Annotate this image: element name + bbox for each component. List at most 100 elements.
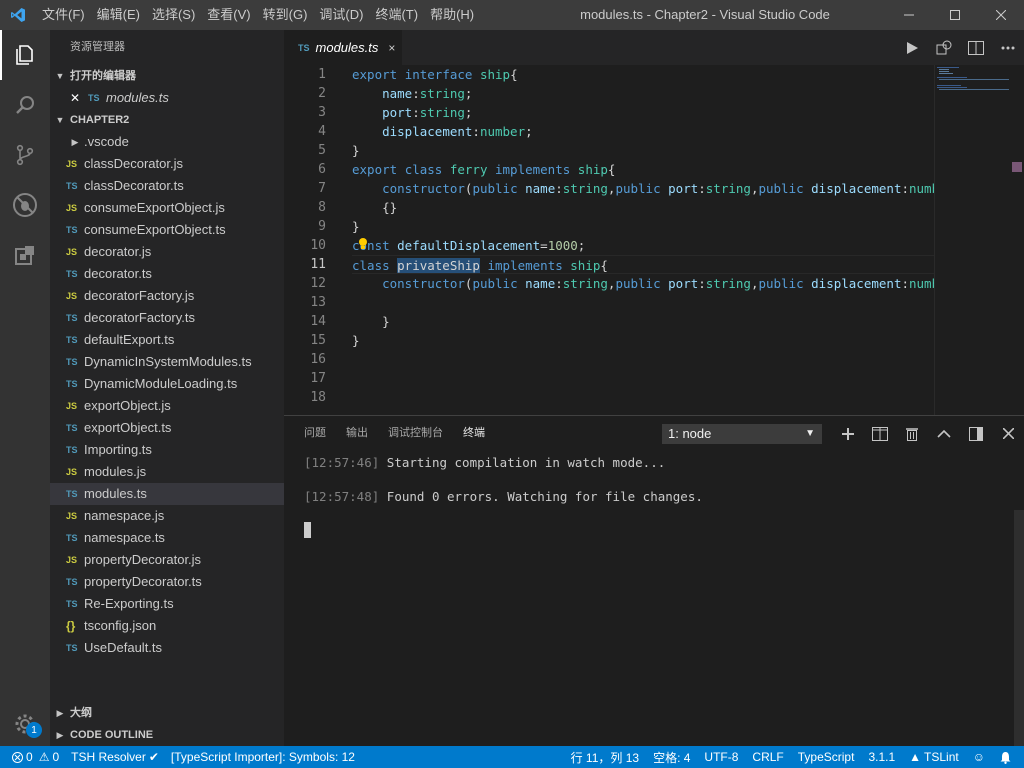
split-terminal-icon[interactable]: [864, 416, 896, 451]
file-item[interactable]: JS decorator.js: [50, 241, 284, 263]
code-line[interactable]: port:string;: [352, 103, 934, 122]
panel-tab-0[interactable]: 问题: [294, 416, 336, 451]
indentation[interactable]: 空格: 4: [653, 749, 690, 766]
typescript-importer-status[interactable]: [TypeScript Importer]: Symbols: 12: [171, 750, 355, 764]
file-item[interactable]: JS classDecorator.js: [50, 153, 284, 175]
code-editor[interactable]: 1 2 3 4 5 6 7 8 9 10 11 12 13 14 15 16 17 18 export inter…: [284, 65, 1024, 415]
debug-icon[interactable]: [0, 180, 50, 230]
file-item[interactable]: TS decorator.ts: [50, 263, 284, 285]
minimize-icon[interactable]: [886, 0, 932, 30]
file-item[interactable]: JS decoratorFactory.js: [50, 285, 284, 307]
code-line[interactable]: [352, 388, 934, 407]
trash-icon[interactable]: [896, 416, 928, 451]
code-line[interactable]: [352, 369, 934, 388]
file-item[interactable]: JS propertyDecorator.js: [50, 549, 284, 571]
terminal-select[interactable]: 1: node ▼: [662, 424, 822, 444]
cursor-position[interactable]: 行 11，列 13: [571, 749, 639, 766]
file-item[interactable]: {} tsconfig.json: [50, 615, 284, 637]
feedback-smiley-icon[interactable]: ☺: [973, 750, 985, 764]
menu-item-0[interactable]: 文件(F): [36, 0, 91, 30]
file-item[interactable]: TS namespace.ts: [50, 527, 284, 549]
tab-close-icon[interactable]: ×: [388, 41, 395, 55]
editor-scrollbar[interactable]: [1010, 65, 1024, 415]
menu-item-3[interactable]: 查看(V): [201, 0, 256, 30]
problems-indicator[interactable]: 0 ⚠ 0: [12, 750, 59, 764]
file-item[interactable]: TS UseDefault.ts: [50, 637, 284, 659]
minimap[interactable]: [934, 65, 1010, 415]
code-line[interactable]: constructor(public name:string,public po…: [352, 179, 934, 198]
encoding[interactable]: UTF-8: [704, 750, 738, 764]
outline-header[interactable]: ▶ 大纲: [50, 702, 284, 724]
file-item[interactable]: JS exportObject.js: [50, 395, 284, 417]
code-line[interactable]: [352, 350, 934, 369]
language-mode[interactable]: TypeScript: [798, 750, 855, 764]
menu-item-1[interactable]: 编辑(E): [91, 0, 146, 30]
file-item[interactable]: JS consumeExportObject.js: [50, 197, 284, 219]
code-line[interactable]: class privateShip implements ship{: [352, 255, 934, 274]
tslint-status[interactable]: ▲ TSLint: [909, 750, 959, 764]
file-item[interactable]: TS Re-Exporting.ts: [50, 593, 284, 615]
panel-tab-2[interactable]: 调试控制台: [378, 416, 453, 451]
file-item[interactable]: TS exportObject.ts: [50, 417, 284, 439]
menu-item-7[interactable]: 帮助(H): [424, 0, 480, 30]
file-item[interactable]: JS modules.js: [50, 461, 284, 483]
split-editor-icon[interactable]: [960, 30, 992, 65]
explorer-icon[interactable]: [0, 30, 50, 80]
folder-header[interactable]: ▼ CHAPTER2: [50, 109, 284, 131]
file-item[interactable]: TS classDecorator.ts: [50, 175, 284, 197]
code-line[interactable]: }: [352, 312, 934, 331]
code-line[interactable]: }: [352, 141, 934, 160]
terminal-output[interactable]: [12:57:46] Starting compilation in watch…: [304, 454, 1004, 538]
tsh-resolver-status[interactable]: TSH Resolver ✔: [71, 750, 159, 764]
end-of-line[interactable]: CRLF: [752, 750, 783, 764]
menu-item-6[interactable]: 终端(T): [369, 0, 424, 30]
code-line[interactable]: const defaultDisplacement=1000;: [352, 236, 934, 255]
code-area[interactable]: export interface ship{ name:string; port…: [352, 65, 934, 407]
tab-modules-ts[interactable]: TS modules.ts ×: [284, 30, 402, 65]
code-line[interactable]: {}: [352, 198, 934, 217]
file-item[interactable]: TS Importing.ts: [50, 439, 284, 461]
menu-item-2[interactable]: 选择(S): [146, 0, 201, 30]
file-item[interactable]: TS consumeExportObject.ts: [50, 219, 284, 241]
file-item[interactable]: TS modules.ts: [50, 483, 284, 505]
source-control-icon[interactable]: [0, 130, 50, 180]
menu-item-5[interactable]: 调试(D): [313, 0, 369, 30]
open-changes-icon[interactable]: [928, 30, 960, 65]
lightbulb-icon[interactable]: [358, 237, 368, 249]
extensions-icon[interactable]: [0, 230, 50, 280]
close-icon[interactable]: [978, 0, 1024, 30]
open-editor-item[interactable]: ✕ TS modules.ts: [50, 87, 284, 109]
run-icon[interactable]: [896, 30, 928, 65]
code-line[interactable]: displacement:number;: [352, 122, 934, 141]
terminal-scrollbar[interactable]: [1014, 510, 1024, 746]
new-terminal-icon[interactable]: [832, 416, 864, 451]
maximize-icon[interactable]: [932, 0, 978, 30]
menu-item-4[interactable]: 转到(G): [257, 0, 314, 30]
code-line[interactable]: }: [352, 331, 934, 350]
open-editors-header[interactable]: ▼ 打开的编辑器: [50, 65, 284, 87]
more-actions-icon[interactable]: [992, 30, 1024, 65]
file-item[interactable]: TS defaultExport.ts: [50, 329, 284, 351]
panel-tab-1[interactable]: 输出: [336, 416, 378, 451]
typescript-version[interactable]: 3.1.1: [868, 750, 895, 764]
close-panel-icon[interactable]: [992, 416, 1024, 451]
panel-tab-3[interactable]: 终端: [453, 416, 495, 451]
file-item[interactable]: TS decoratorFactory.ts: [50, 307, 284, 329]
folder-item[interactable]: ▶ .vscode: [50, 131, 284, 153]
code-line[interactable]: name:string;: [352, 84, 934, 103]
file-item[interactable]: TS DynamicModuleLoading.ts: [50, 373, 284, 395]
code-outline-header[interactable]: ▶ CODE OUTLINE: [50, 724, 284, 746]
code-line[interactable]: }: [352, 217, 934, 236]
code-line[interactable]: [352, 293, 934, 312]
notifications-bell-icon[interactable]: [999, 751, 1012, 764]
code-line[interactable]: constructor(public name:string,public po…: [352, 274, 934, 293]
code-line[interactable]: export class ferry implements ship{: [352, 160, 934, 179]
chevron-up-icon[interactable]: [928, 416, 960, 451]
search-icon[interactable]: [0, 80, 50, 130]
code-line[interactable]: export interface ship{: [352, 65, 934, 84]
file-item[interactable]: JS namespace.js: [50, 505, 284, 527]
file-item[interactable]: TS DynamicInSystemModules.ts: [50, 351, 284, 373]
settings-gear-icon[interactable]: [0, 702, 50, 746]
file-item[interactable]: TS propertyDecorator.ts: [50, 571, 284, 593]
close-icon[interactable]: ✕: [70, 87, 88, 109]
